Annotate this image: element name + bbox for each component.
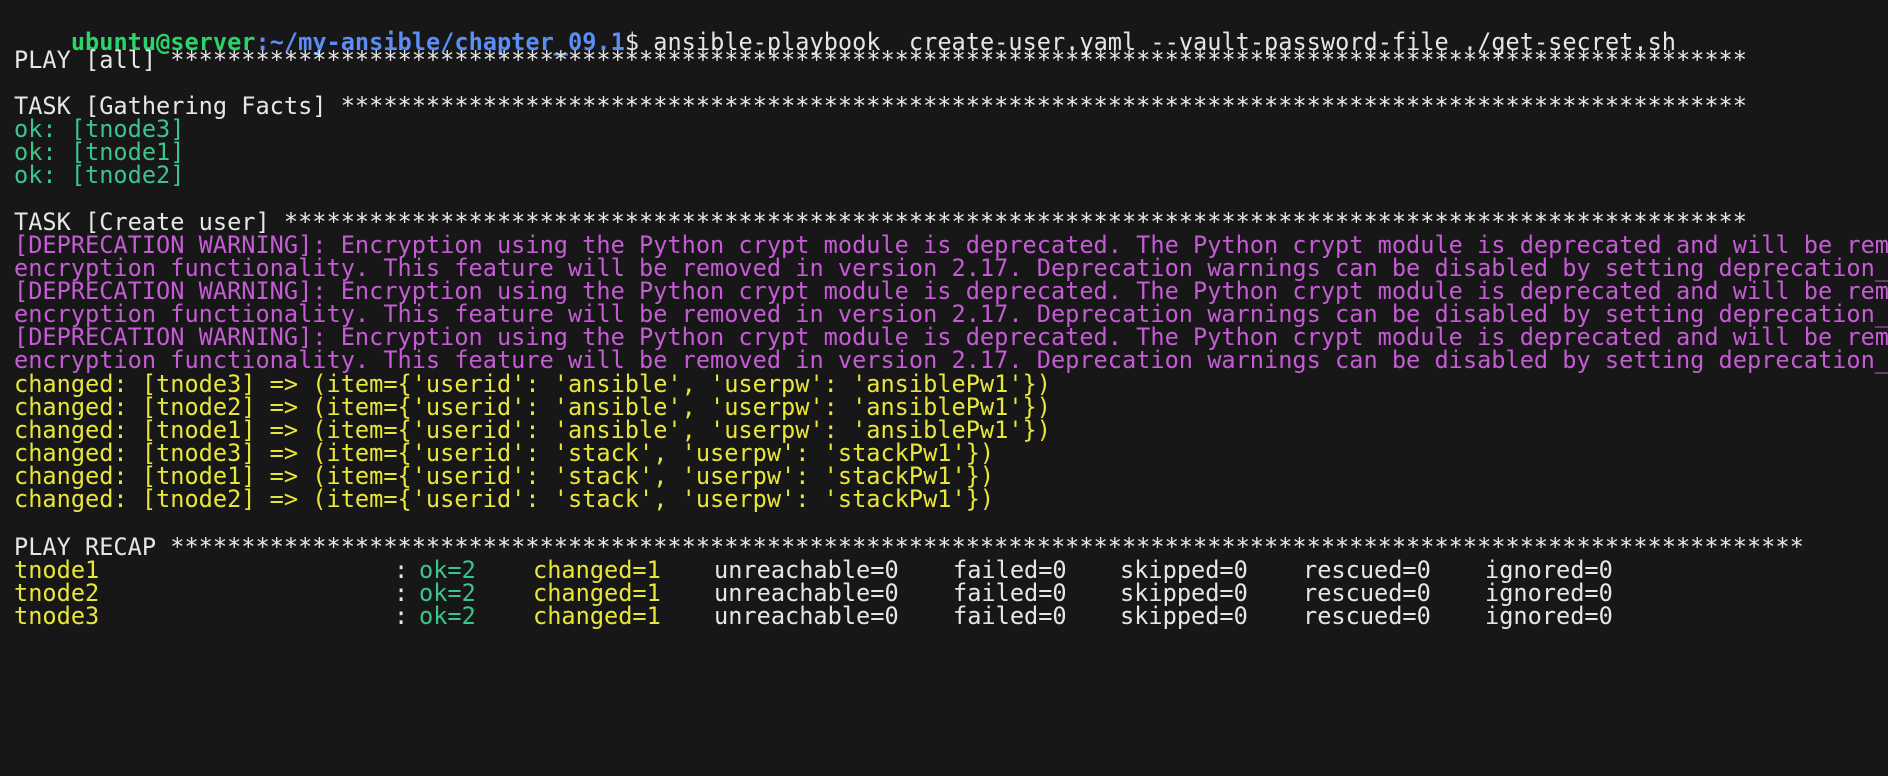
recap-changed: changed=1: [533, 602, 661, 630]
recap-ignored: ignored=0: [1485, 602, 1613, 630]
recap-failed: failed=0: [953, 602, 1067, 630]
recap-host: tnode3: [14, 602, 100, 630]
command-prompt-line: ubuntu@server:~/my-ansible/chapter_09.1$…: [14, 0, 1676, 56]
play-header: PLAY [all] *****************************…: [14, 46, 1747, 74]
recap-unreachable: unreachable=0: [714, 602, 899, 630]
recap-skipped: skipped=0: [1120, 602, 1248, 630]
recap-ok: ok=2: [419, 602, 476, 630]
task-gathering-facts-header: TASK [Gathering Facts] *****************…: [14, 92, 1747, 120]
changed-result-line: changed: [tnode2] => (item={'userid': 's…: [14, 485, 995, 513]
terminal-window[interactable]: ubuntu@server:~/my-ansible/chapter_09.1$…: [0, 0, 1888, 776]
task-result-line: ok: [tnode2]: [14, 161, 185, 189]
recap-rescued: rescued=0: [1303, 602, 1431, 630]
recap-separator: :: [394, 602, 409, 630]
